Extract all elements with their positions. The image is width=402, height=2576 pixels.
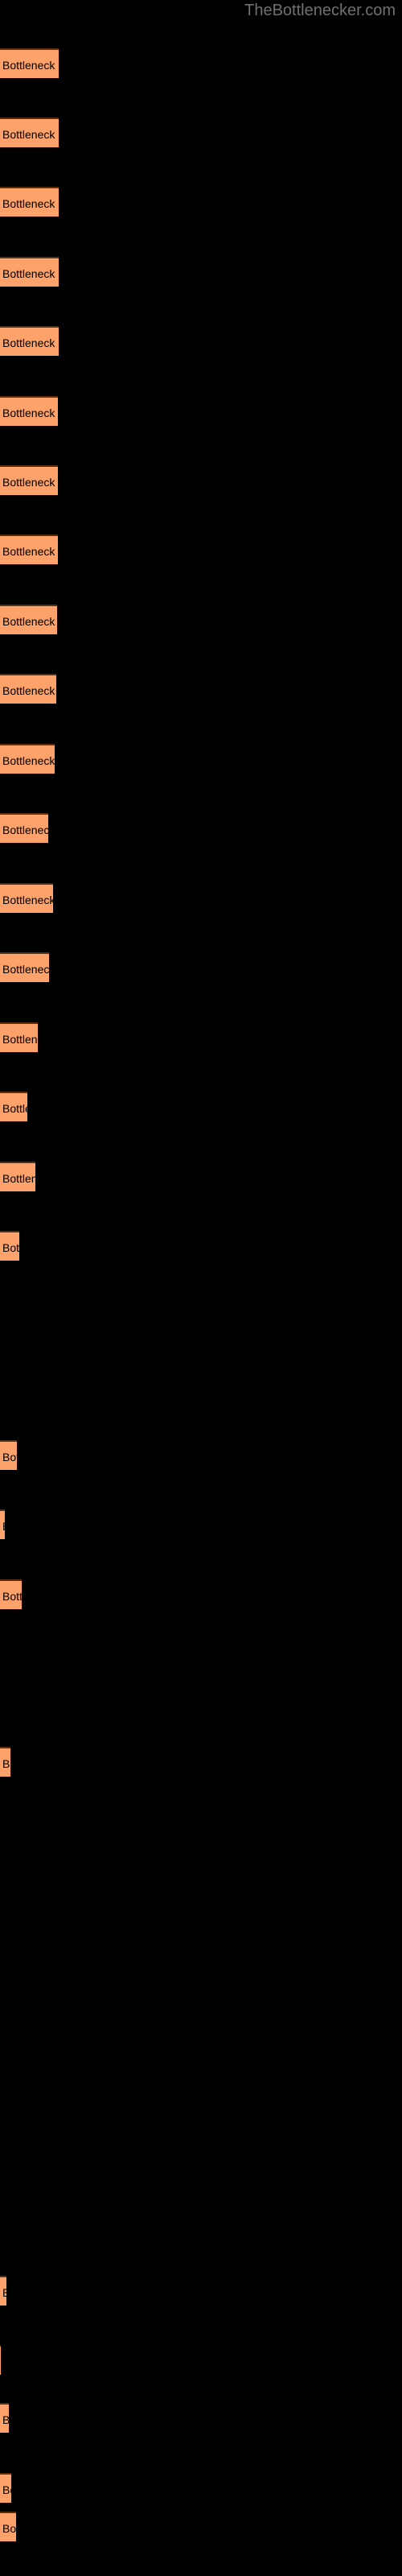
bar-label: Bottleneck result (2, 1757, 10, 1770)
bar: Bottleneck result (0, 1747, 10, 1777)
bar-label: Bottleneck result (2, 2522, 16, 2535)
bar-label: Bottleneck result (2, 59, 59, 72)
bar: Bottleneck result (0, 396, 58, 426)
bar: Bottleneck result (0, 1022, 38, 1052)
bar-label: Bottleneck result (2, 1102, 27, 1115)
bar: Bottleneck result (0, 535, 58, 564)
bar-label: Bottleneck result (2, 1033, 38, 1046)
bar: Bottleneck result (0, 2512, 16, 2541)
bar-label: Bottleneck result (2, 545, 58, 558)
bar-label: Bottleneck result (2, 1511, 5, 1539)
bar: Bottleneck result (0, 813, 48, 843)
bar: Bottleneck result (0, 118, 59, 147)
bar-label: Bottleneck result (2, 1241, 19, 1254)
bar: Bottleneck result (0, 1509, 5, 1539)
bar: Bottleneck result (0, 2345, 1, 2375)
bar-label: Bottleneck result (2, 128, 59, 141)
bar: Bottleneck result (0, 2403, 9, 2433)
bar-label: Bottleneck result (2, 407, 58, 419)
bar-label: Bottleneck result (2, 894, 53, 906)
bar-label: Bottleneck result (2, 476, 58, 489)
bar: Bottleneck result (0, 952, 49, 982)
bar-label: Bottleneck result (2, 336, 59, 349)
bar: Bottleneck result (0, 1162, 35, 1191)
bar-label: Bottleneck result (2, 1590, 22, 1603)
bar-label: Bottleneck result (2, 2277, 6, 2306)
bar: Bottleneck result (0, 1231, 19, 1261)
bar: Bottleneck result (0, 883, 53, 913)
bar: Bottleneck result (0, 605, 57, 634)
bar: Bottleneck result (0, 1440, 17, 1470)
bar-label: Bottleneck result (2, 754, 55, 767)
bar: Bottleneck result (0, 48, 59, 78)
bar: Bottleneck result (0, 744, 55, 774)
bar: Bottleneck result (0, 326, 59, 356)
bar-chart-root: TheBottlenecker.com Bottleneck resultBot… (0, 0, 402, 2576)
bar-label: Bottleneck result (2, 2483, 11, 2496)
bar: Bottleneck result (0, 257, 59, 287)
bar-label: Bottleneck result (2, 2405, 9, 2433)
bar-label: Bottleneck result (2, 684, 56, 697)
bar-label: Bottleneck result (2, 267, 59, 280)
plot-area: Bottleneck result Bottleneck result Bottle… (0, 0, 402, 2576)
bar-label: Bottleneck result (2, 824, 48, 836)
bar: Bottleneck result (0, 187, 59, 217)
bar: Bottleneck result (0, 1579, 22, 1609)
bar: Bottleneck result (0, 2276, 6, 2306)
bar: Bottleneck result (0, 2473, 11, 2503)
bar-label: Bottleneck result (2, 197, 59, 210)
bar-label: Bottleneck result (2, 963, 49, 976)
bar-label: Bottleneck result (2, 615, 57, 628)
bar: Bottleneck result (0, 674, 56, 704)
bar: Bottleneck result (0, 1092, 27, 1121)
bar: Bottleneck result (0, 465, 58, 495)
bar-label: Bottleneck result (2, 1172, 35, 1185)
bar-label: Bottleneck result (2, 1451, 17, 1463)
